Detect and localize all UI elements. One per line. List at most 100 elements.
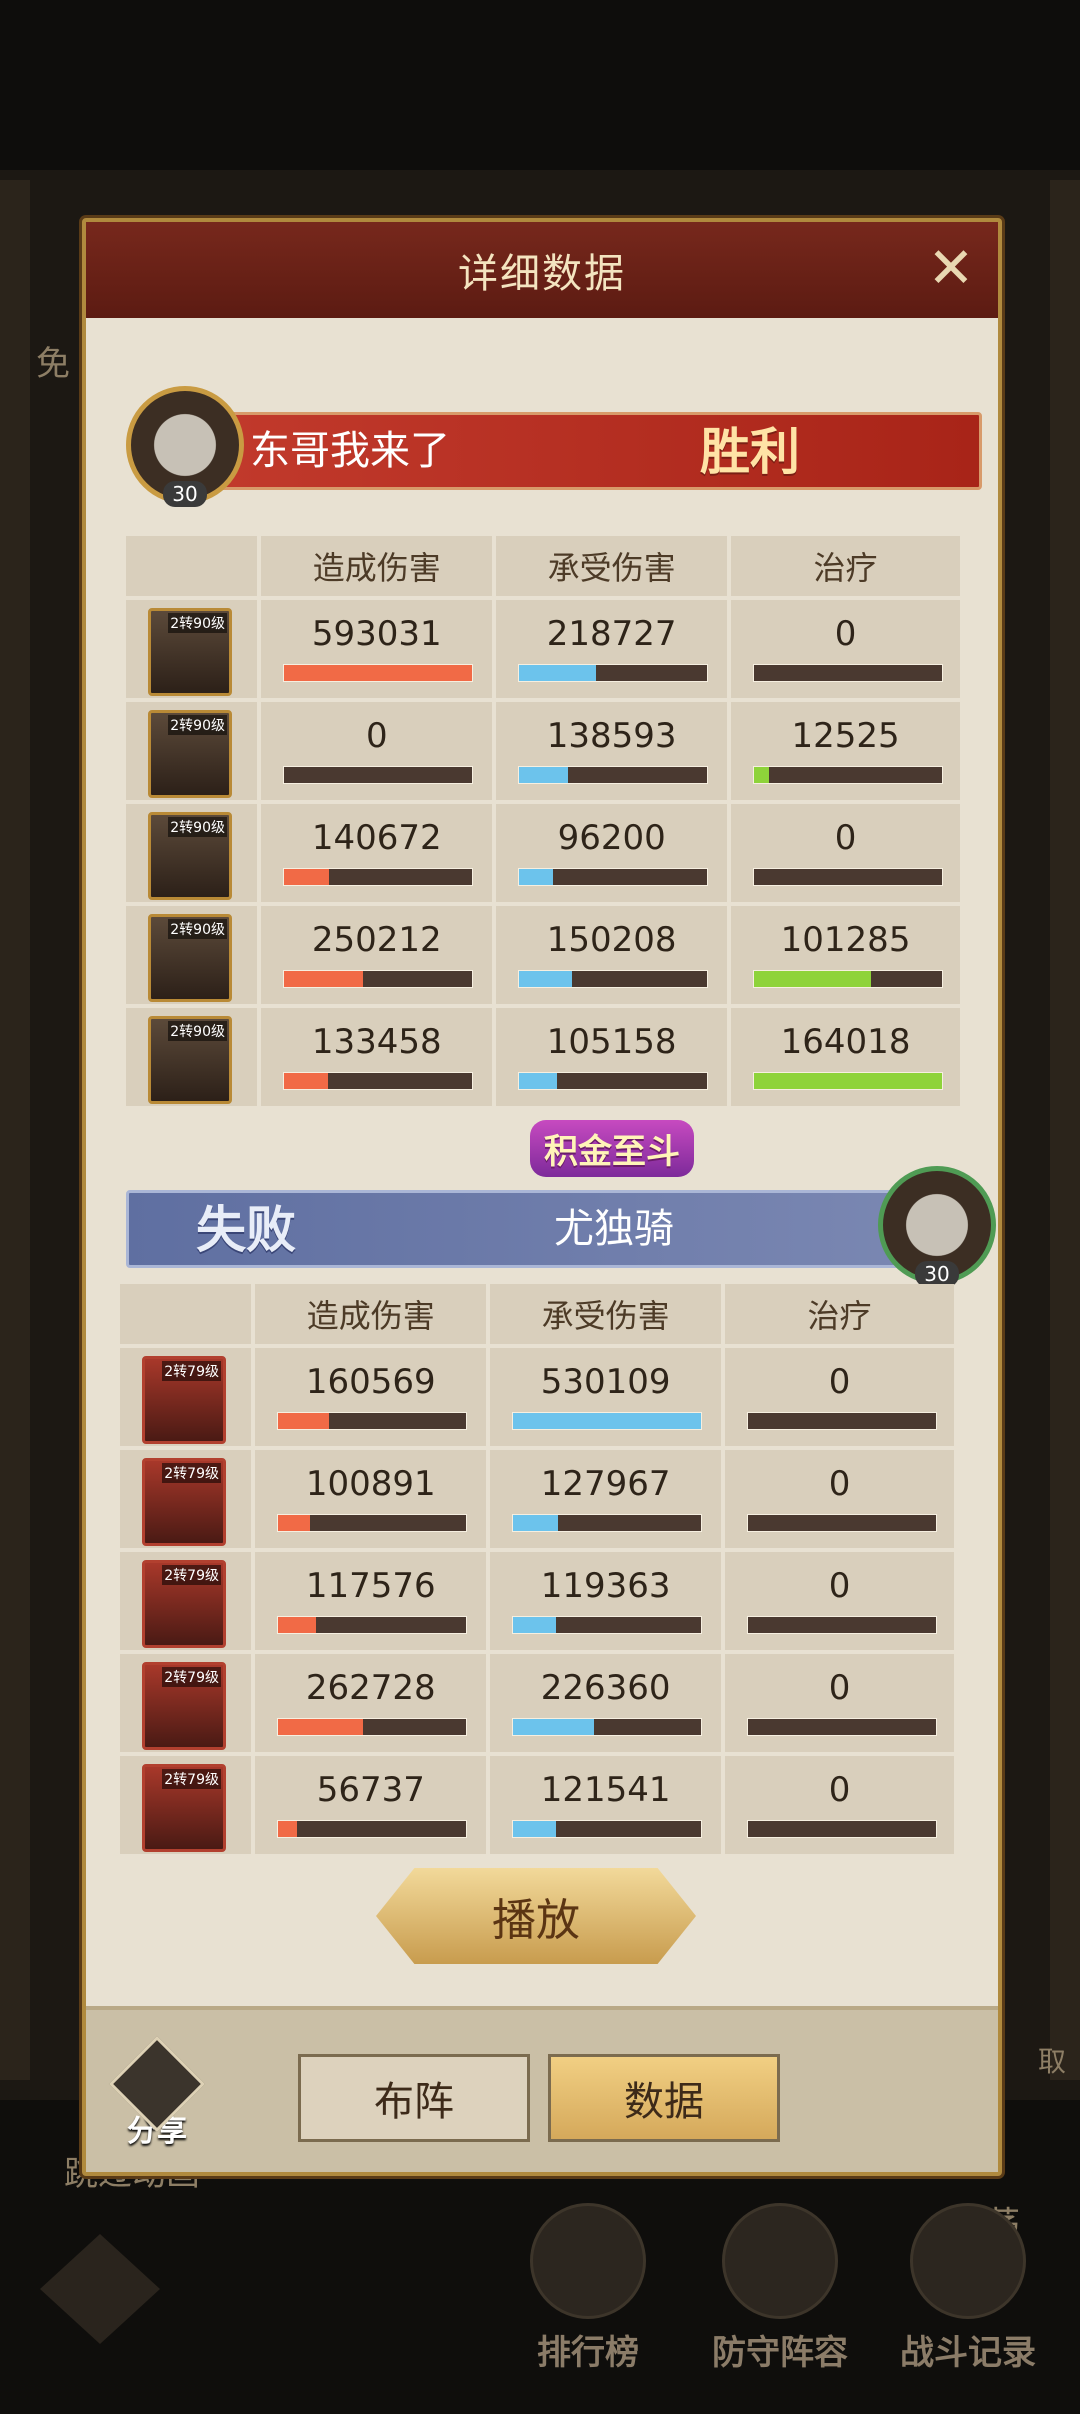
header-healing: 治疗 (731, 536, 960, 596)
damage-taken-bar (518, 970, 709, 988)
damage-taken-bar (512, 1616, 703, 1634)
damage-taken-cell: 150208 (496, 906, 728, 1004)
damage-taken-cell: 138593 (496, 702, 728, 800)
dialog-header: 详细数据 ✕ (86, 222, 998, 318)
damage-taken-cell: 96200 (496, 804, 728, 902)
damage-taken-bar-fill (519, 665, 597, 681)
team-b-stats-table: 造成伤害 承受伤害 治疗 2转79级 160569 530109 0 2转79级 1008… (120, 1284, 958, 1858)
hero-rank-tag: 2转79级 (162, 1769, 221, 1789)
damage-dealt-bar (277, 1514, 468, 1532)
share-button[interactable]: 分享 (108, 2035, 206, 2150)
damage-dealt-bar (283, 868, 474, 886)
damage-taken-bar-fill (513, 1413, 702, 1429)
hero-cell: 2转79级 (120, 1552, 252, 1650)
healing-cell: 0 (731, 804, 960, 902)
damage-dealt-bar (283, 664, 474, 682)
damage-taken-bar-fill (519, 767, 569, 783)
play-button[interactable]: 播放 (376, 1868, 696, 1964)
damage-dealt-bar-fill (284, 665, 473, 681)
header-hero (126, 536, 258, 596)
hero-portrait[interactable]: 2转90级 (148, 608, 232, 696)
damage-taken-bar (512, 1820, 703, 1838)
hero-cell: 2转79级 (120, 1756, 252, 1854)
damage-dealt-value: 160569 (305, 1362, 436, 1402)
team-a-avatar[interactable]: 30 (126, 386, 244, 507)
damage-dealt-cell: 0 (261, 702, 493, 800)
dialog-footer: 分享 布阵 数据 (86, 2006, 998, 2172)
hero-rank-tag: 2转90级 (168, 919, 227, 939)
damage-taken-value: 530109 (540, 1362, 671, 1402)
damage-taken-bar (518, 664, 709, 682)
hero-rank-tag: 2转79级 (162, 1463, 221, 1483)
healing-value: 0 (834, 614, 857, 654)
healing-bar (753, 1072, 944, 1090)
team-b-avatar[interactable]: 30 (878, 1166, 996, 1287)
table-row: 2转90级 0 138593 12525 (126, 702, 964, 800)
background-side-label-right: 取 (1037, 2045, 1066, 2078)
hero-rank-tag: 2转90级 (168, 817, 227, 837)
hero-cell: 2转90级 (126, 804, 258, 902)
damage-dealt-bar-fill (284, 1073, 328, 1089)
hero-portrait[interactable]: 2转79级 (142, 1662, 226, 1750)
close-icon[interactable]: ✕ (922, 240, 980, 298)
damage-dealt-bar-fill (278, 1617, 316, 1633)
damage-dealt-cell: 140672 (261, 804, 493, 902)
defense-lineup-button[interactable]: 防守阵容 (712, 2203, 848, 2374)
tab-data[interactable]: 数据 (548, 2054, 780, 2142)
damage-dealt-bar (277, 1820, 468, 1838)
damage-taken-value: 150208 (546, 920, 677, 960)
team-b-result: 失败 (196, 1200, 296, 1259)
team-a-result: 胜利 (700, 422, 800, 481)
damage-dealt-bar-fill (284, 869, 330, 885)
background-rail-left (0, 180, 30, 2080)
damage-taken-bar-fill (519, 869, 554, 885)
healing-value: 0 (828, 1770, 851, 1810)
healing-bar (747, 1514, 938, 1532)
hero-rank-tag: 2转90级 (168, 1021, 227, 1041)
team-b-name: 尤独骑 (554, 1206, 674, 1252)
rank-button[interactable]: 排行榜 (530, 2203, 646, 2374)
dialog-title: 详细数据 (458, 251, 626, 297)
hero-rank-tag: 2转79级 (162, 1361, 221, 1381)
hero-portrait[interactable]: 2转90级 (148, 812, 232, 900)
healing-value: 0 (828, 1362, 851, 1402)
hero-portrait[interactable]: 2转79级 (142, 1458, 226, 1546)
healing-cell: 0 (725, 1348, 954, 1446)
damage-dealt-cell: 593031 (261, 600, 493, 698)
hero-cell: 2转79级 (120, 1348, 252, 1446)
hero-cell: 2转90级 (126, 906, 258, 1004)
hero-portrait[interactable]: 2转90级 (148, 1016, 232, 1104)
battle-log-button[interactable]: 战斗记录 (900, 2203, 1036, 2374)
team-b-rows: 2转79级 160569 530109 0 2转79级 100891 127967 0 2转79… (120, 1348, 958, 1854)
damage-dealt-bar-fill (278, 1515, 311, 1531)
healing-bar (747, 1820, 938, 1838)
damage-dealt-value: 56737 (316, 1770, 425, 1810)
hero-portrait[interactable]: 2转90级 (148, 710, 232, 798)
damage-taken-bar (512, 1514, 703, 1532)
hero-portrait[interactable]: 2转79级 (142, 1560, 226, 1648)
table-row: 2转79级 262728 226360 0 (120, 1654, 958, 1752)
tab-lineup[interactable]: 布阵 (298, 2054, 530, 2142)
title-badge: 积金至斗 (530, 1120, 694, 1177)
team-b-banner: 失败 尤独骑 积金至斗 30 (126, 1120, 996, 1287)
damage-dealt-bar (277, 1616, 468, 1634)
team-a-stats-table: 造成伤害 承受伤害 治疗 2转90级 593031 218727 0 2转90级 0 138… (126, 536, 964, 1110)
shield-icon (722, 2203, 838, 2319)
table-row: 2转90级 250212 150208 101285 (126, 906, 964, 1004)
healing-bar-fill (754, 767, 770, 783)
damage-dealt-value: 140672 (311, 818, 442, 858)
damage-taken-bar (518, 1072, 709, 1090)
hero-portrait[interactable]: 2转90级 (148, 914, 232, 1002)
healing-cell: 0 (725, 1756, 954, 1854)
hero-rank-tag: 2转90级 (168, 613, 227, 633)
header-damage-taken: 承受伤害 (496, 536, 728, 596)
header-damage-dealt: 造成伤害 (255, 1284, 487, 1344)
damage-taken-value: 121541 (540, 1770, 671, 1810)
damage-taken-cell: 105158 (496, 1008, 728, 1106)
healing-cell: 164018 (731, 1008, 960, 1106)
damage-taken-bar (518, 868, 709, 886)
hero-portrait[interactable]: 2转79级 (142, 1764, 226, 1852)
damage-dealt-value: 593031 (311, 614, 442, 654)
hero-portrait[interactable]: 2转79级 (142, 1356, 226, 1444)
hero-cell: 2转90级 (126, 702, 258, 800)
